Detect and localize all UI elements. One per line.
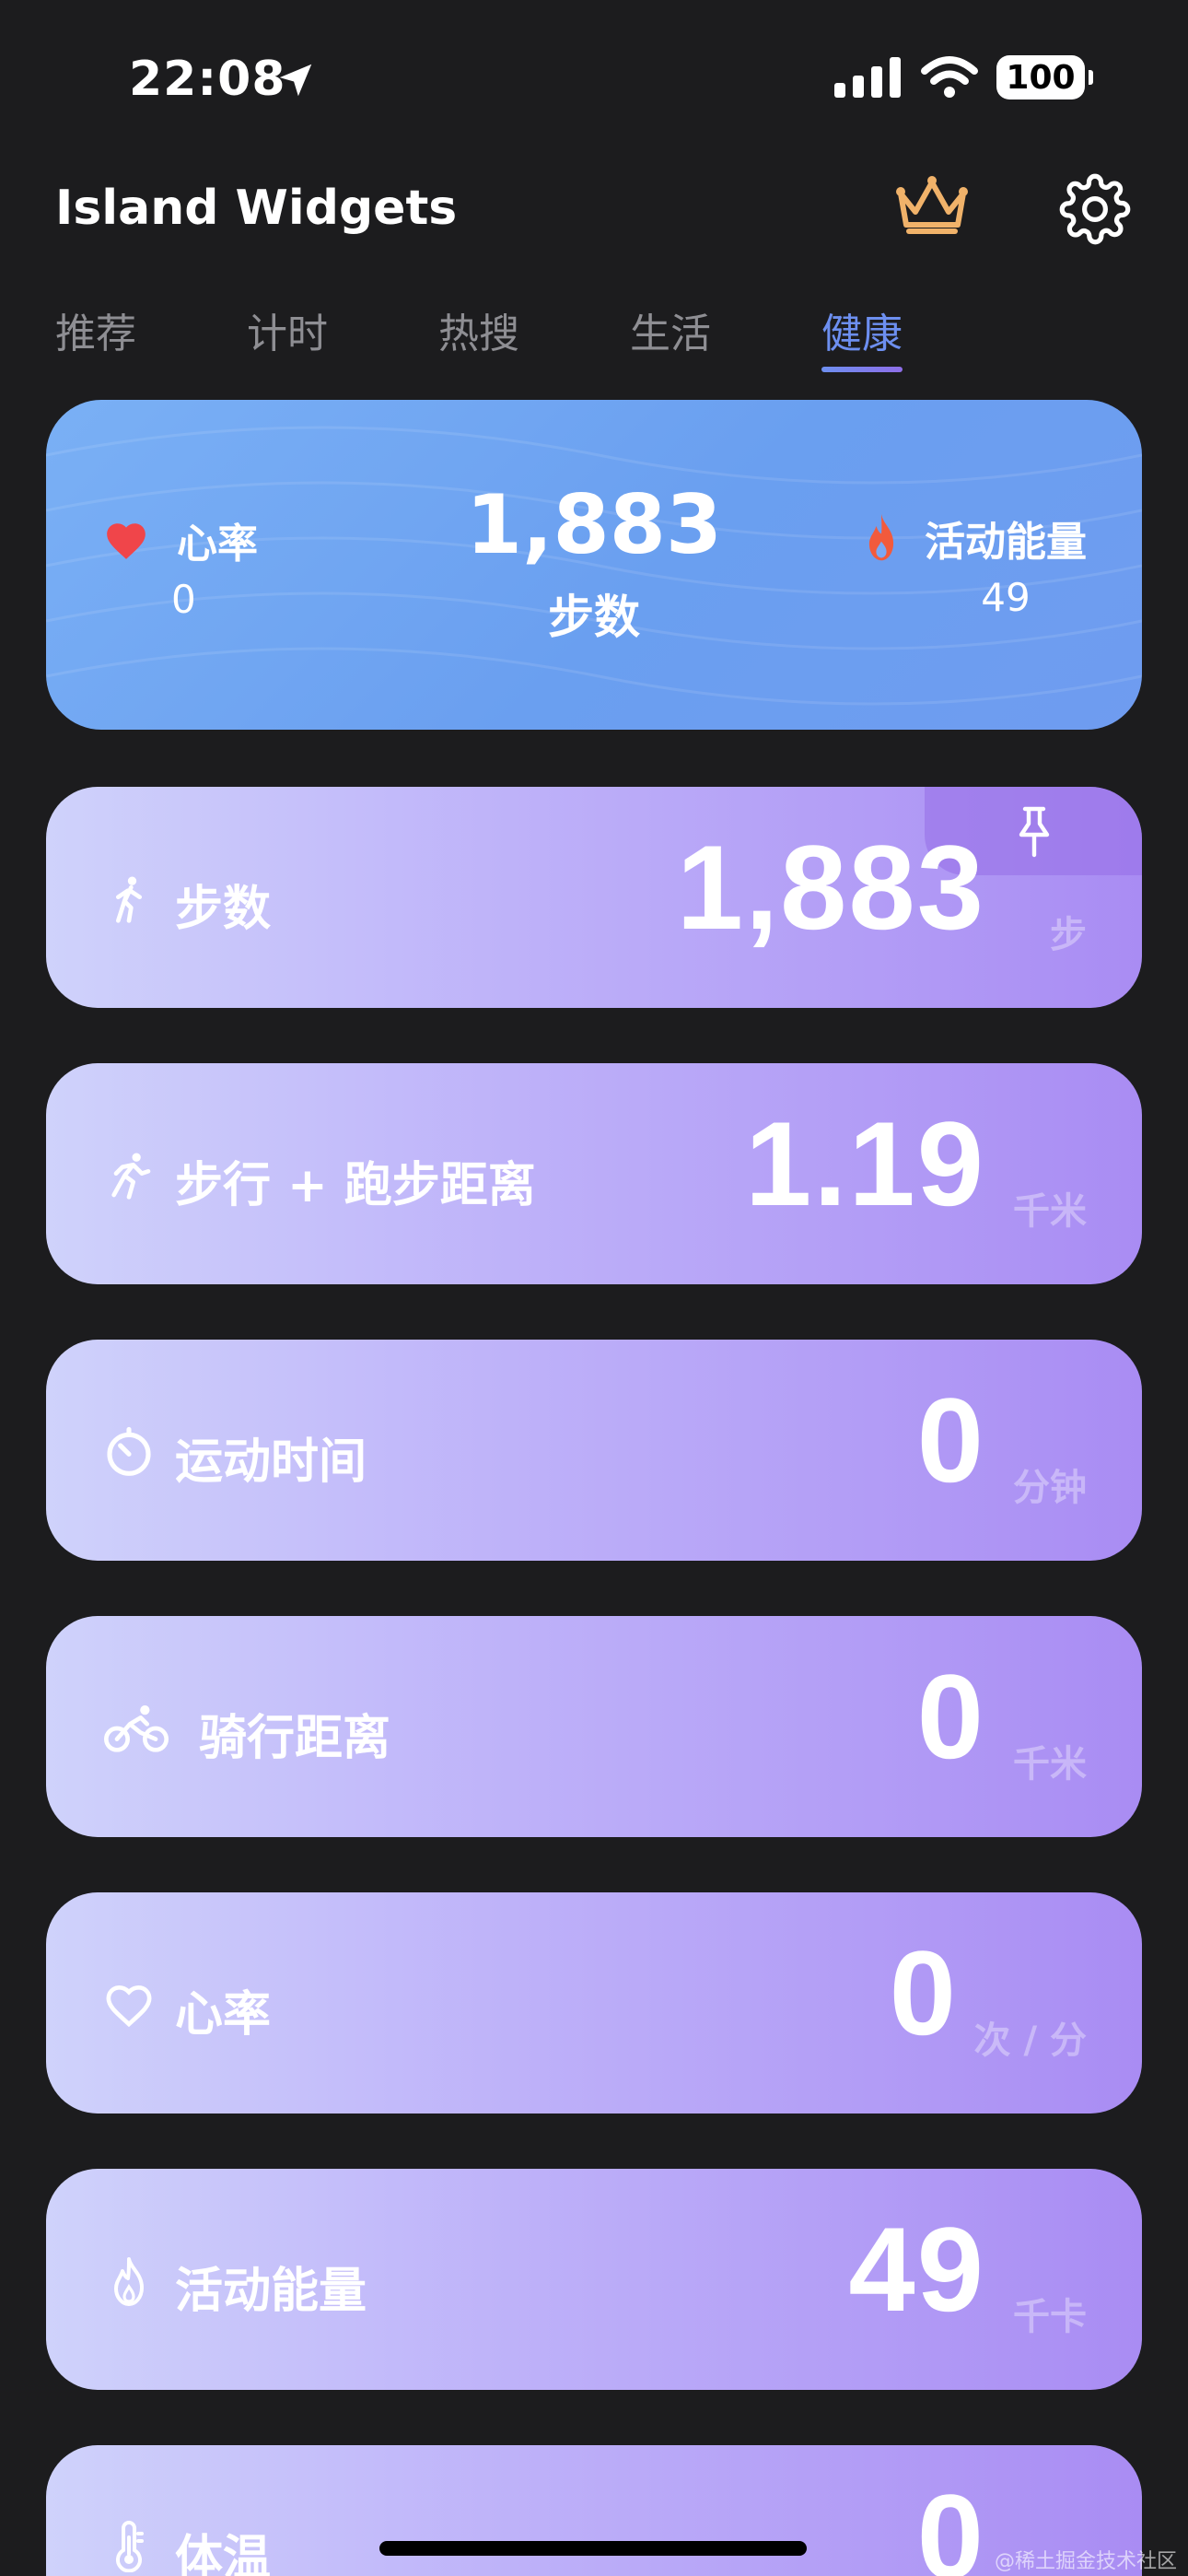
tab-health[interactable]: 健康: [821, 300, 903, 374]
status-indicators: 100: [834, 55, 1093, 100]
metric-unit: 千米: [1013, 1743, 1087, 1786]
status-time: 22:08: [129, 52, 286, 107]
metric-card-active-energy[interactable]: 活动能量 49 千卡: [46, 2169, 1142, 2390]
heart-outline-icon: [106, 1985, 152, 2028]
battery-indicator: 100: [996, 55, 1093, 100]
wifi-icon: [921, 56, 978, 98]
app-title: Island Widgets: [55, 181, 458, 236]
metric-value: 49: [848, 2202, 985, 2336]
pin-icon[interactable]: [1011, 803, 1057, 859]
metric-value: 0: [889, 1926, 958, 2060]
category-tabs: 推荐 计时 热搜 生活 健康: [55, 300, 903, 374]
metric-value: 0: [916, 1649, 985, 1784]
timer-icon: [107, 1426, 151, 1476]
health-summary-card[interactable]: 心率 0 1,883 步数 活动能量 49: [46, 400, 1142, 730]
metric-label: 骑行距离: [199, 1711, 391, 1766]
metric-value: 0: [916, 2469, 985, 2576]
tab-trending[interactable]: 热搜: [438, 300, 519, 374]
metric-unit: 次 / 分: [973, 2020, 1087, 2062]
summary-energy-label: 活动能量: [925, 519, 1087, 566]
metric-card-walk-run-distance[interactable]: 步行 + 跑步距离 1.19 千米: [46, 1063, 1142, 1284]
tab-recommend[interactable]: 推荐: [55, 300, 136, 374]
location-arrow-icon: [279, 64, 312, 97]
running-icon: [111, 1153, 151, 1200]
metric-unit: 步: [1050, 914, 1087, 956]
cellular-signal-icon: [834, 57, 901, 98]
metric-unit: 千卡: [1013, 2296, 1087, 2338]
crown-icon[interactable]: [893, 173, 971, 240]
metric-value: 0: [916, 1373, 985, 1507]
cycling-icon: [104, 1705, 169, 1752]
metric-label: 步行 + 跑步距离: [175, 1158, 536, 1213]
metric-label: 运动时间: [175, 1434, 367, 1490]
metric-unit: 分钟: [1013, 1467, 1087, 1509]
metric-card-cycling-distance[interactable]: 骑行距离 0 千米: [46, 1616, 1142, 1837]
gear-icon[interactable]: [1059, 173, 1131, 245]
metric-label: 体温: [175, 2531, 272, 2576]
summary-energy-value: 49: [981, 575, 1031, 620]
summary-energy: 活动能量 49: [860, 509, 1087, 620]
status-bar: 22:08 100: [0, 0, 1188, 157]
metric-card-exercise-time[interactable]: 运动时间 0 分钟: [46, 1340, 1142, 1561]
flame-icon: [868, 513, 894, 561]
metric-label: 活动能量: [175, 2264, 367, 2319]
metric-card-body-temperature[interactable]: 体温 0: [46, 2445, 1142, 2576]
watermark: @稀土掘金技术社区: [994, 2550, 1177, 2573]
metric-card-heart-rate[interactable]: 心率 0 次 / 分: [46, 1892, 1142, 2113]
metric-unit: 千米: [1013, 1190, 1087, 1233]
tab-life[interactable]: 生活: [630, 300, 711, 374]
walking-icon: [116, 876, 143, 923]
flame-outline-icon: [114, 2257, 144, 2306]
metric-label: 步数: [175, 882, 272, 937]
metric-label: 心率: [175, 1987, 272, 2043]
metric-value: 1.19: [744, 1096, 985, 1231]
metric-card-steps[interactable]: 步数 1,883 步: [46, 787, 1142, 1008]
thermometer-icon: [116, 2521, 144, 2572]
tab-timer[interactable]: 计时: [247, 300, 328, 374]
metric-value: 1,883: [676, 820, 985, 954]
home-indicator[interactable]: [379, 2541, 807, 2556]
